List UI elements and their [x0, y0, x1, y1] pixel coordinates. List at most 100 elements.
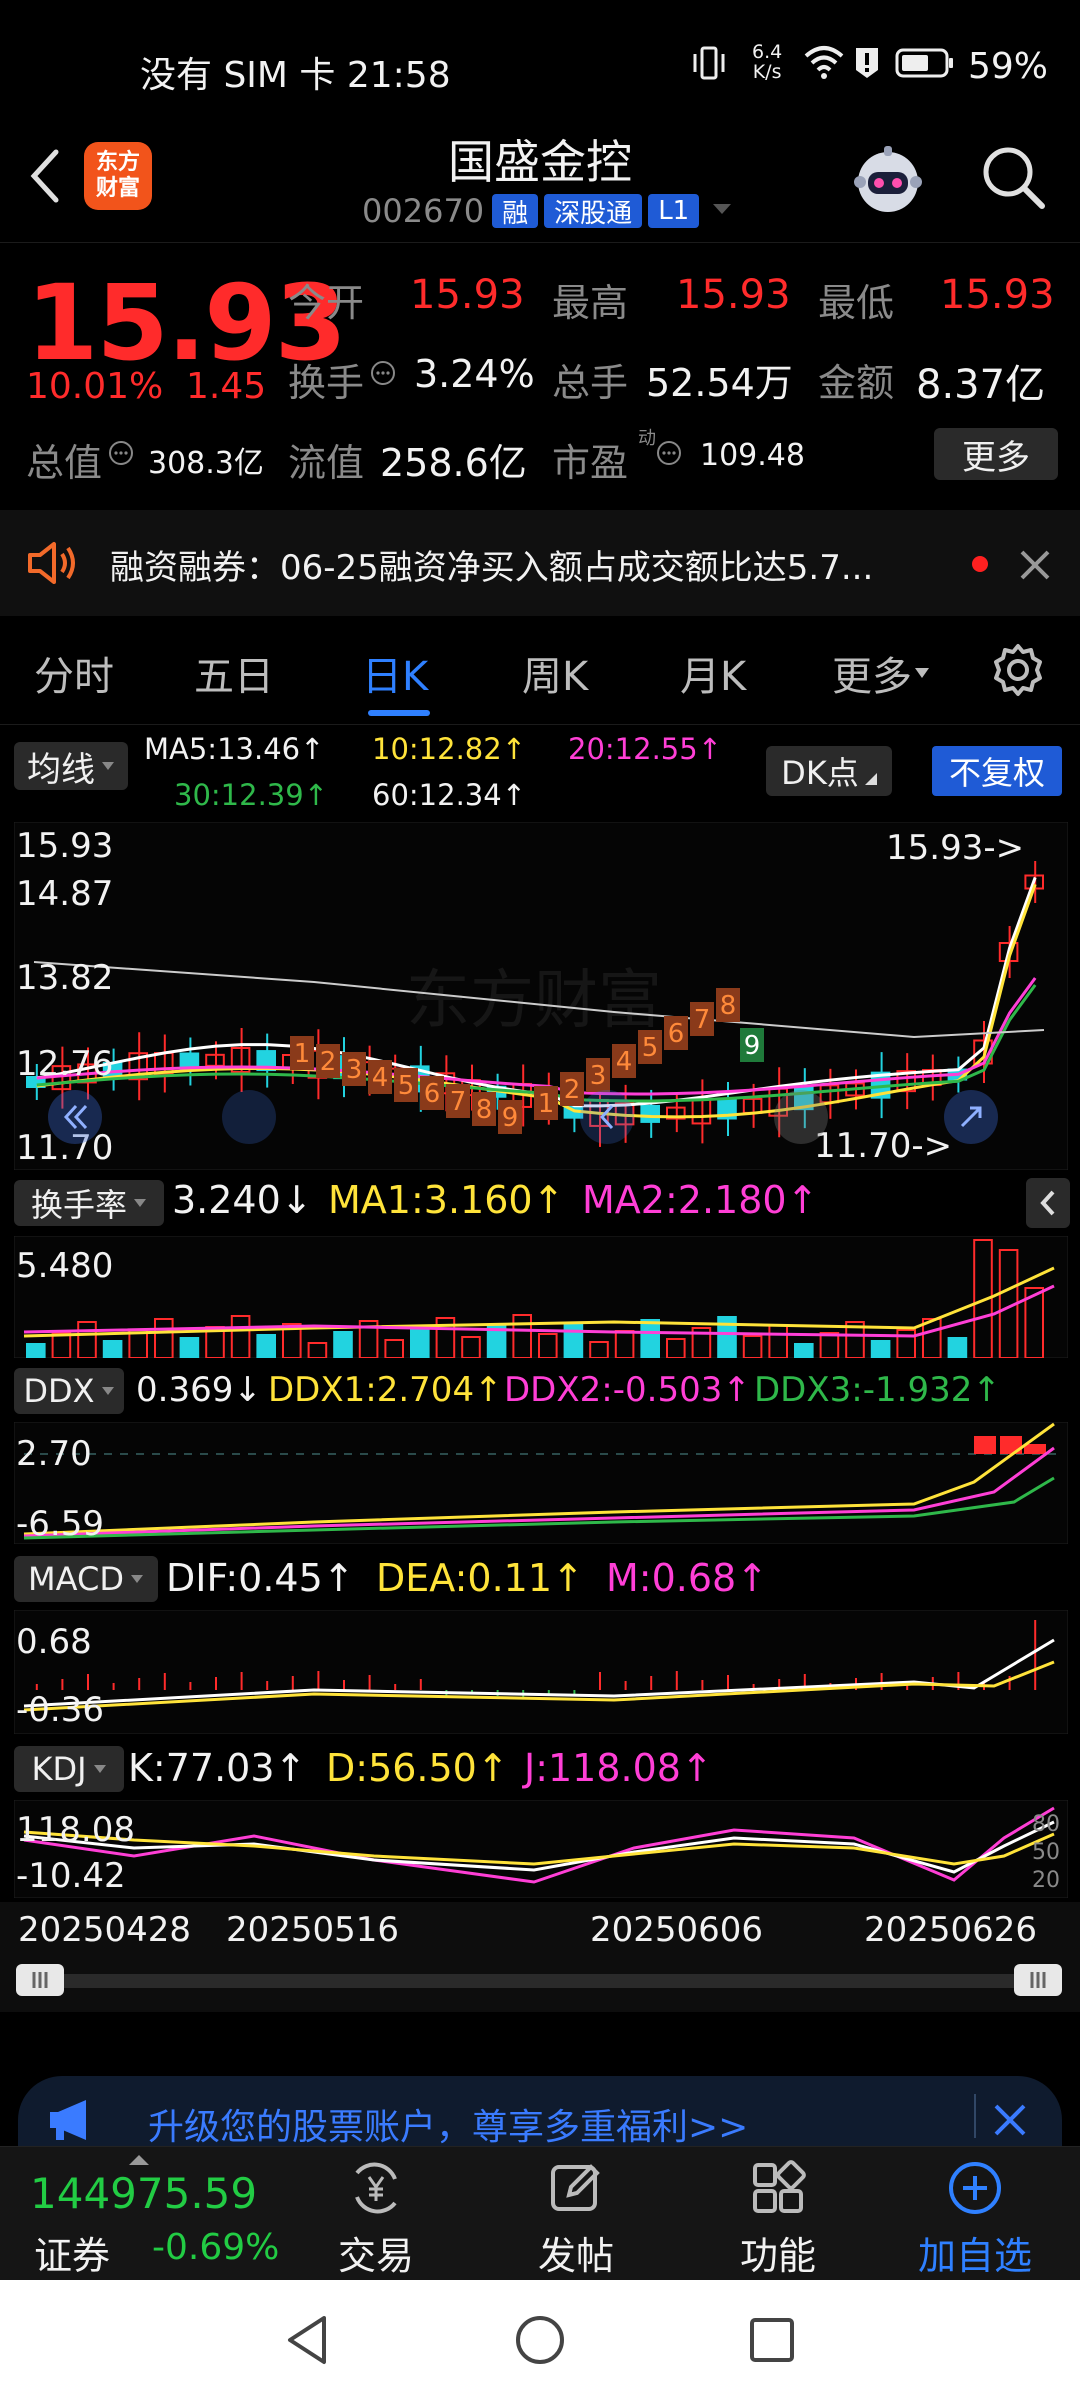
quote-panel: 15.93 10.01% 1.45 今开 15.93 最高 15.93 最低 1… [0, 246, 1080, 508]
tab-more[interactable]: 更多 [832, 644, 912, 702]
tab-five-day[interactable]: 五日 [194, 644, 274, 702]
edit-icon [551, 2164, 600, 2211]
notice-text[interactable]: 融资融券：06-25融资净买入额占成交额比达5.7... [110, 540, 873, 589]
ddx2-value: DDX2:-0.503↑ [504, 1370, 751, 1410]
date-label-2: 20250516 [226, 1910, 400, 1950]
ddx-bar [1024, 1444, 1046, 1454]
nav-functions[interactable]: 功能 [738, 2157, 818, 2280]
close-promo-button[interactable] [992, 2102, 1028, 2142]
date-label-3: 20250606 [590, 1910, 764, 1950]
ddx3-value: DDX3:-1.932↑ [754, 1370, 1001, 1410]
td-marker-text: 6 [424, 1079, 441, 1109]
value-low: 15.93 [940, 272, 1055, 318]
adjust-mode-button[interactable]: 不复权 [932, 746, 1062, 796]
circle-home-icon [516, 2316, 564, 2364]
turnover-header: 换手率 3.240↓ MA1:3.160↑ MA2:2.180↑ [0, 1174, 1080, 1232]
turnover-chart[interactable]: 5.480 [13, 1235, 1069, 1359]
search-button[interactable] [978, 142, 1048, 212]
caret-down-icon [102, 762, 114, 770]
ddx-chart[interactable]: 2.70 -6.59 [13, 1421, 1069, 1545]
info-icon[interactable] [370, 360, 396, 386]
kdj-y-bottom: -10.42 [16, 1856, 126, 1896]
scroll-left-fast-button[interactable] [48, 1090, 102, 1144]
label-amount: 金额 [818, 361, 895, 405]
tab-monthly-k[interactable]: 月K [680, 644, 746, 702]
range-handle-left[interactable] [16, 1964, 64, 1996]
range-scrollbar[interactable] [18, 1974, 1062, 1988]
nav-trade[interactable]: 交易 [336, 2157, 416, 2280]
kline-chart[interactable]: 东方财富 123456789123456789 15.93 14.87 13.8… [13, 821, 1069, 1171]
ddx-indicator-select[interactable]: DDX [14, 1368, 124, 1414]
low-marker: 11.70-> [814, 1126, 953, 1166]
info-icon[interactable] [656, 440, 682, 466]
period-tabs: 分时 五日 日K 周K 月K 更多 [0, 618, 1080, 724]
label-high: 最高 [552, 281, 629, 325]
collapse-panel-button[interactable] [1026, 1178, 1070, 1228]
nav-add-watchlist[interactable]: 加自选 [910, 2157, 1040, 2280]
stock-header: 东方 财富 国盛金控 002670 融 深股通 L1 [0, 130, 1080, 240]
promo-text[interactable]: 升级您的股票账户，尊享多重福利>> [148, 2098, 748, 2150]
add-circle-icon [949, 2162, 1001, 2214]
date-axis: 20250428 20250516 20250606 20250626 [0, 1902, 1080, 2012]
stock-code: 002670 [362, 192, 485, 230]
index-value[interactable]: 144975.59 [30, 2169, 257, 2218]
caret-down-icon[interactable] [914, 664, 930, 683]
kdj-indicator-select[interactable]: KDJ [14, 1746, 124, 1792]
value-high: 15.93 [676, 272, 791, 318]
label-pe: 市盈 [552, 441, 629, 485]
chevron-down-icon[interactable] [711, 201, 733, 221]
more-quote-button[interactable]: 更多 [934, 428, 1058, 480]
tab-weekly-k[interactable]: 周K [522, 644, 588, 702]
turnover-bar [947, 1337, 968, 1359]
robot-assistant-icon[interactable] [846, 138, 930, 222]
ma10-value: 10:12.82↑ [372, 732, 526, 766]
td-marker-text: 5 [642, 1033, 659, 1063]
close-notice-button[interactable] [1018, 548, 1052, 586]
system-nav-bar [0, 2280, 1080, 2400]
turnover-bar [870, 1340, 891, 1359]
index-name[interactable]: 证券 [34, 2225, 110, 2280]
range-handle-right[interactable] [1014, 1964, 1062, 1996]
caret-down-icon [101, 1387, 114, 1395]
dk-points-button[interactable]: DK点 [766, 746, 892, 796]
kdj-chart[interactable]: 118.08 -10.42 80 50 20 [13, 1799, 1069, 1899]
dk-points-label: DK点 [781, 754, 859, 792]
td-marker-text: 3 [590, 1061, 607, 1091]
macd-chart[interactable]: 0.68 -0.36 [13, 1609, 1069, 1735]
turnover-name: 换手率 [30, 1186, 127, 1224]
value-float-cap: 258.6亿 [380, 441, 527, 485]
macd-indicator-select[interactable]: MACD [14, 1556, 158, 1602]
macd-y-top: 0.68 [16, 1622, 92, 1662]
caret-up-icon [128, 2151, 150, 2170]
reset-view-button[interactable] [944, 1090, 998, 1144]
chart-settings-button[interactable] [990, 642, 1046, 702]
scroll-left-button[interactable] [580, 1090, 634, 1144]
turnover-indicator-select[interactable]: 换手率 [14, 1180, 164, 1226]
macd-name: MACD [28, 1560, 124, 1598]
wifi-icon [804, 44, 844, 84]
tab-intraday[interactable]: 分时 [34, 644, 114, 702]
notice-bar[interactable]: 融资融券：06-25融资净买入额占成交额比达5.7... [0, 510, 1080, 616]
chevron-left-icon [1040, 1190, 1055, 1216]
td-marker-text: 3 [346, 1055, 363, 1085]
ma30-value: 30:12.39↑ [174, 778, 328, 812]
zoom-out-button[interactable] [222, 1090, 276, 1144]
bottom-nav: 144975.59 证券 -0.69% 交易 发帖 功能 加自选 [0, 2146, 1080, 2281]
nav-post[interactable]: 发帖 [536, 2157, 616, 2280]
tab-daily-k[interactable]: 日K [362, 644, 428, 702]
system-recents-button[interactable] [744, 2312, 800, 2372]
stock-code-row: 002670 融 深股通 L1 [362, 190, 733, 232]
ddx1-value: DDX1:2.704↑ [268, 1370, 503, 1410]
ddx-value: 0.369↓ [136, 1370, 262, 1410]
battery-percent: 59% [968, 46, 1049, 87]
td-marker-text: 1 [294, 1039, 311, 1069]
indicator-select[interactable]: 均线 [14, 742, 128, 790]
turnover-bar [179, 1337, 200, 1359]
macd-svg [13, 1609, 1069, 1735]
nav-post-label: 发帖 [537, 2234, 614, 2278]
info-icon[interactable] [108, 440, 134, 466]
system-back-button[interactable] [280, 2312, 336, 2372]
zoom-in-button[interactable] [774, 1090, 828, 1144]
watermark: 东方财富 [406, 964, 662, 1038]
system-home-button[interactable] [512, 2312, 568, 2372]
